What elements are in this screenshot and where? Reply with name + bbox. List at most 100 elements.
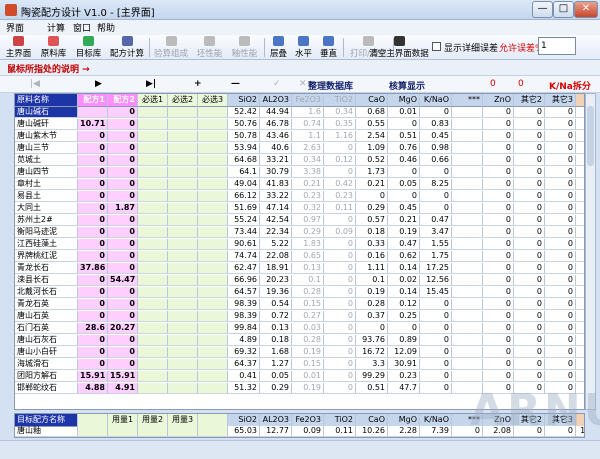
table-cell[interactable]: 0 bbox=[356, 323, 388, 334]
table-cell[interactable]: 69.32 bbox=[228, 347, 260, 358]
table-cell[interactable]: 0.28 bbox=[292, 287, 324, 298]
table-cell[interactable]: 49.04 bbox=[228, 179, 260, 190]
table-cell[interactable]: 1 bbox=[576, 263, 584, 274]
table-cell[interactable]: 0 bbox=[108, 191, 138, 202]
table-cell[interactable]: 51.32 bbox=[228, 383, 260, 394]
table-cell[interactable]: 0 bbox=[483, 239, 514, 250]
table-cell[interactable]: 5.22 bbox=[260, 239, 292, 250]
table-cell[interactable] bbox=[452, 359, 483, 370]
table-cell[interactable]: 1 bbox=[576, 107, 584, 118]
table-cell[interactable] bbox=[138, 299, 168, 310]
table-cell[interactable] bbox=[168, 371, 198, 382]
table-cell[interactable]: 20.27 bbox=[108, 323, 138, 334]
table-cell[interactable] bbox=[138, 179, 168, 190]
table-cell[interactable] bbox=[198, 287, 228, 298]
table-cell[interactable]: 0 bbox=[514, 143, 545, 154]
column-header[interactable]: SiO2 bbox=[228, 94, 260, 107]
table-cell[interactable]: 0.65 bbox=[292, 251, 324, 262]
table-cell[interactable]: 1 bbox=[576, 239, 584, 250]
table-cell[interactable]: 3.38 bbox=[292, 167, 324, 178]
table-cell[interactable]: 0 bbox=[324, 335, 356, 346]
table-cell[interactable]: 0 bbox=[324, 263, 356, 274]
table-cell[interactable]: 1 bbox=[576, 167, 584, 178]
table-cell[interactable]: 33.21 bbox=[260, 155, 292, 166]
table-cell[interactable]: 2.28 bbox=[388, 426, 420, 437]
table-cell[interactable]: 0 bbox=[483, 203, 514, 214]
table-cell[interactable]: 0 bbox=[388, 191, 420, 202]
tb-horizontal-button[interactable]: 水平 bbox=[292, 36, 315, 59]
table-cell[interactable] bbox=[168, 275, 198, 286]
table-cell[interactable]: 0 bbox=[483, 167, 514, 178]
table-cell[interactable]: 0 bbox=[108, 311, 138, 322]
material-name-cell[interactable]: 衡阳马迹泥 bbox=[15, 227, 78, 238]
table-cell[interactable]: 0 bbox=[483, 215, 514, 226]
table-cell[interactable]: 0.03 bbox=[292, 323, 324, 334]
material-name-cell[interactable]: 青龙长石 bbox=[15, 263, 78, 274]
table-cell[interactable]: 0 bbox=[108, 167, 138, 178]
table-cell[interactable]: 1.73 bbox=[356, 167, 388, 178]
table-cell[interactable]: 62.47 bbox=[228, 263, 260, 274]
table-cell[interactable]: 1 bbox=[576, 191, 584, 202]
table-cell[interactable]: 0 bbox=[545, 179, 576, 190]
table-cell[interactable]: 0.98 bbox=[420, 143, 452, 154]
table-cell[interactable]: 0 bbox=[514, 347, 545, 358]
tb-calc-button[interactable]: 配方计算 bbox=[107, 36, 147, 59]
table-cell[interactable]: 0.52 bbox=[356, 155, 388, 166]
table-cell[interactable]: 0.21 bbox=[292, 179, 324, 190]
table-cell[interactable]: 0 bbox=[545, 143, 576, 154]
table-cell[interactable]: 1 bbox=[576, 155, 584, 166]
table-cell[interactable]: 0 bbox=[514, 359, 545, 370]
table-cell[interactable]: 42.54 bbox=[260, 215, 292, 226]
table-cell[interactable]: 0 bbox=[483, 311, 514, 322]
table-cell[interactable] bbox=[138, 251, 168, 262]
tb-clear-button[interactable]: 清空主界面数据 bbox=[368, 36, 430, 59]
table-cell[interactable]: 0 bbox=[545, 359, 576, 370]
table-cell[interactable] bbox=[198, 239, 228, 250]
table-cell[interactable]: 0.47 bbox=[420, 215, 452, 226]
table-cell[interactable] bbox=[138, 227, 168, 238]
table-cell[interactable]: 0 bbox=[483, 263, 514, 274]
scroll-thumb[interactable] bbox=[587, 106, 594, 166]
table-cell[interactable]: 19.36 bbox=[260, 287, 292, 298]
table-cell[interactable]: 0 bbox=[545, 191, 576, 202]
table-cell[interactable] bbox=[198, 323, 228, 334]
table-cell[interactable]: 0 bbox=[545, 215, 576, 226]
table-cell[interactable] bbox=[452, 275, 483, 286]
table-cell[interactable]: 0.72 bbox=[260, 311, 292, 322]
table-cell[interactable]: 0 bbox=[420, 323, 452, 334]
table-cell[interactable]: 1 bbox=[576, 359, 584, 370]
material-name-cell[interactable]: 唐山紫木节 bbox=[15, 131, 78, 142]
table-cell[interactable]: 0 bbox=[514, 215, 545, 226]
table-cell[interactable]: 0 bbox=[514, 155, 545, 166]
table-cell[interactable]: 37.86 bbox=[78, 263, 108, 274]
table-cell[interactable]: 0 bbox=[545, 335, 576, 346]
table-cell[interactable]: 0.05 bbox=[260, 371, 292, 382]
table-cell[interactable]: 50.78 bbox=[228, 131, 260, 142]
table-cell[interactable] bbox=[138, 371, 168, 382]
table-cell[interactable]: 12.77 bbox=[260, 426, 292, 437]
table-cell[interactable] bbox=[198, 426, 228, 437]
table-cell[interactable] bbox=[452, 263, 483, 274]
table-cell[interactable] bbox=[452, 287, 483, 298]
table-cell[interactable] bbox=[138, 383, 168, 394]
column-header[interactable]: 其它2 bbox=[514, 94, 545, 107]
table-cell[interactable]: 52.42 bbox=[228, 107, 260, 118]
table-cell[interactable]: 0 bbox=[483, 119, 514, 130]
table-cell[interactable]: 0 bbox=[545, 167, 576, 178]
calc-display-label[interactable]: 核算显示 bbox=[389, 79, 425, 92]
material-name-cell[interactable]: 邯郸蛇纹石 bbox=[15, 383, 78, 394]
table-cell[interactable]: 1.27 bbox=[260, 359, 292, 370]
tb-target-db-button[interactable]: 目标库 bbox=[72, 36, 105, 59]
column-header[interactable]: 单价 bbox=[576, 94, 584, 107]
material-name-cell[interactable]: 唐山碱矸 bbox=[15, 119, 78, 130]
table-cell[interactable]: 0.28 bbox=[292, 335, 324, 346]
table-cell[interactable]: 0 bbox=[483, 143, 514, 154]
table-cell[interactable]: 0.34 bbox=[324, 107, 356, 118]
table-cell[interactable]: 0 bbox=[483, 107, 514, 118]
table-cell[interactable] bbox=[168, 179, 198, 190]
table-cell[interactable] bbox=[198, 383, 228, 394]
table-cell[interactable] bbox=[168, 251, 198, 262]
menu-help[interactable]: 帮助 bbox=[97, 21, 115, 34]
table-cell[interactable] bbox=[198, 203, 228, 214]
table-cell[interactable]: 0 bbox=[514, 263, 545, 274]
